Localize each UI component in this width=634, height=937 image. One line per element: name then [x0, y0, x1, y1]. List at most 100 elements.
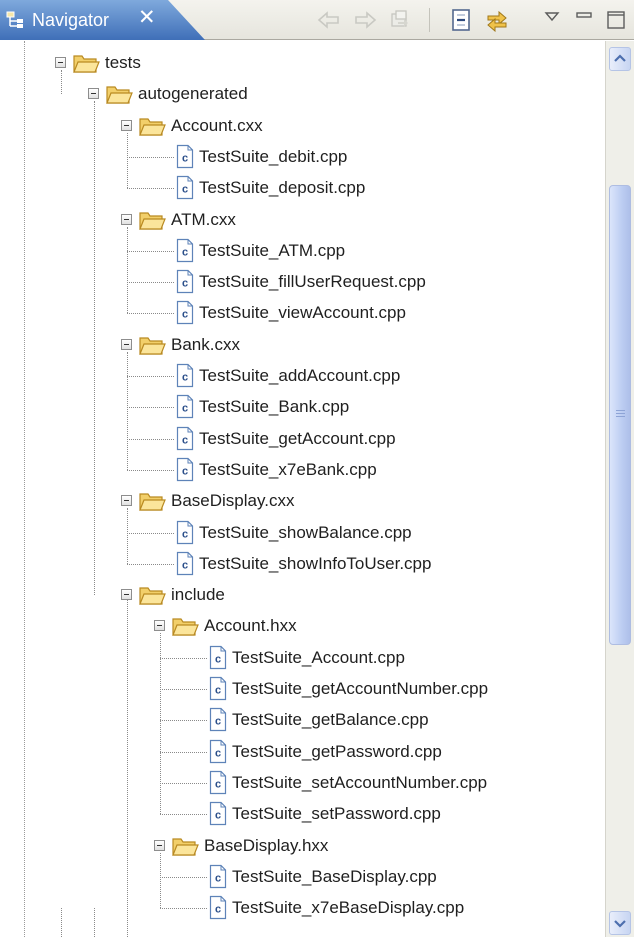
tree-item-label: Bank.cxx — [171, 334, 240, 354]
svg-text:c: c — [215, 747, 221, 759]
tree-item-label: TestSuite_debit.cpp — [199, 146, 348, 166]
view-title: Navigator — [32, 10, 110, 30]
collapse-toggle-icon[interactable] — [154, 620, 165, 632]
close-view-button[interactable]: ✕ — [138, 7, 156, 29]
navigator-tab[interactable]: Navigator ✕ — [0, 0, 205, 40]
svg-text:c: c — [215, 685, 221, 697]
tree-item-label: TestSuite_fillUserRequest.cpp — [199, 272, 426, 292]
collapse-toggle-icon[interactable] — [121, 338, 132, 350]
tree-item-label: BaseDisplay.cxx — [171, 491, 295, 511]
collapse-toggle-icon[interactable] — [88, 88, 99, 100]
svg-text:c: c — [215, 904, 221, 916]
tree-item-label: TestSuite_BaseDisplay.cpp — [232, 866, 437, 886]
folder-open-icon — [138, 489, 166, 513]
cpp-file-icon: c — [209, 770, 227, 795]
collapse-toggle-icon[interactable] — [55, 57, 66, 68]
tree-item-label: TestSuite_setAccountNumber.cpp — [232, 772, 488, 792]
navigator-tree[interactable]: tests autogenerated Account.cxx c TestSuite_… — [0, 41, 604, 937]
tree-item-label: TestSuite_showInfoToUser.cpp — [199, 553, 432, 573]
cpp-file-icon: c — [176, 363, 194, 388]
svg-text:c: c — [182, 184, 188, 196]
tree-item-label: TestSuite_viewAccount.cpp — [199, 303, 406, 323]
cpp-file-icon: c — [209, 739, 227, 764]
tree-item-label: TestSuite_x7eBaseDisplay.cpp — [232, 898, 465, 918]
collapse-toggle-icon[interactable] — [154, 839, 165, 851]
svg-text:c: c — [182, 465, 188, 477]
folder-open-icon — [138, 583, 166, 607]
toolbar-separator — [429, 8, 430, 32]
cpp-file-icon: c — [176, 426, 194, 451]
svg-text:c: c — [182, 309, 188, 321]
tree-item-label: autogenerated — [138, 84, 248, 104]
svg-text:c: c — [182, 246, 188, 258]
scroll-down-button[interactable] — [609, 911, 631, 935]
folder-open-icon — [105, 82, 133, 106]
cpp-file-icon: c — [209, 895, 227, 920]
back-icon[interactable] — [316, 8, 342, 32]
tree-item-label: TestSuite_getAccount.cpp — [199, 428, 396, 448]
tree-item-label: TestSuite_getBalance.cpp — [232, 710, 429, 730]
tree-item-label: BaseDisplay.hxx — [204, 835, 329, 855]
forward-icon[interactable] — [352, 8, 378, 32]
svg-text:c: c — [215, 716, 221, 728]
cpp-file-icon: c — [176, 175, 194, 200]
scroll-up-button[interactable] — [609, 47, 631, 71]
cpp-file-icon: c — [209, 707, 227, 732]
tree-item-label: TestSuite_setPassword.cpp — [232, 804, 441, 824]
tree-guide-line — [24, 41, 25, 937]
cpp-file-icon: c — [176, 551, 194, 576]
go-into-icon[interactable] — [388, 8, 414, 32]
folder-open-icon — [72, 51, 100, 75]
tree-item-label: ATM.cxx — [171, 209, 236, 229]
svg-text:c: c — [215, 872, 221, 884]
tree-item-label: TestSuite_ATM.cpp — [199, 240, 346, 260]
maximize-icon[interactable] — [604, 8, 630, 32]
cpp-file-icon: c — [176, 144, 194, 169]
cpp-file-icon: c — [176, 238, 194, 263]
tree-item-label: Account.cxx — [171, 115, 263, 135]
scroll-thumb[interactable] — [609, 185, 631, 645]
folder-open-icon — [138, 114, 166, 138]
folder-open-icon — [138, 333, 166, 357]
link-with-editor-icon[interactable] — [484, 8, 510, 32]
tree-item-label: TestSuite_x7eBank.cpp — [199, 459, 377, 479]
svg-text:c: c — [215, 778, 221, 790]
navigator-icon — [6, 11, 28, 29]
cpp-file-icon: c — [209, 864, 227, 889]
svg-text:c: c — [182, 434, 188, 446]
minimize-icon[interactable] — [572, 8, 598, 32]
cpp-file-icon: c — [176, 269, 194, 294]
tree-item-label: TestSuite_getPassword.cpp — [232, 741, 442, 761]
svg-text:c: c — [182, 403, 188, 415]
svg-text:c: c — [182, 559, 188, 571]
tree-item-label: TestSuite_Bank.cpp — [199, 397, 350, 417]
collapse-toggle-icon[interactable] — [121, 589, 132, 601]
svg-text:c: c — [182, 528, 188, 540]
svg-text:c: c — [215, 653, 221, 665]
tree-item-label: Account.hxx — [204, 616, 297, 636]
collapse-toggle-icon[interactable] — [121, 213, 132, 225]
collapse-toggle-icon[interactable] — [121, 119, 132, 131]
folder-open-icon — [138, 208, 166, 232]
vertical-scrollbar[interactable] — [605, 41, 634, 937]
folder-open-icon — [171, 614, 199, 638]
tree-item-label: TestSuite_Account.cpp — [232, 647, 405, 667]
tree-item-label: TestSuite_addAccount.cpp — [199, 366, 401, 385]
view-toolbar: Navigator ✕ — [0, 0, 634, 40]
view-menu-icon[interactable] — [540, 8, 566, 32]
tree-item-label: TestSuite_getAccountNumber.cpp — [232, 679, 489, 698]
svg-text:c: c — [182, 372, 188, 384]
tree-item-label: TestSuite_deposit.cpp — [199, 178, 366, 198]
cpp-file-icon: c — [176, 300, 194, 325]
cpp-file-icon: c — [176, 457, 194, 482]
cpp-file-icon: c — [176, 520, 194, 545]
cpp-file-icon: c — [209, 801, 227, 826]
cpp-file-icon: c — [209, 676, 227, 701]
collapse-all-icon[interactable] — [448, 8, 474, 32]
tree-item-label: TestSuite_showBalance.cpp — [199, 522, 412, 542]
folder-open-icon — [171, 834, 199, 858]
svg-text:c: c — [182, 152, 188, 164]
svg-text:c: c — [182, 278, 188, 290]
tree-item-label: include — [171, 585, 225, 605]
collapse-toggle-icon[interactable] — [121, 495, 132, 507]
